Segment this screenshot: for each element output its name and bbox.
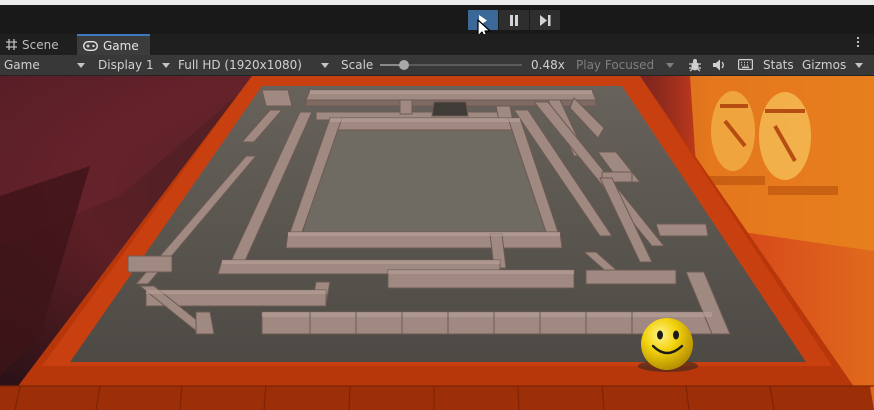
speaker-icon[interactable] [712, 59, 726, 74]
chevron-down-icon[interactable] [162, 63, 170, 68]
tab-scene[interactable]: Scene [0, 34, 75, 55]
tab-bar: Scene Game [0, 34, 874, 56]
play-focused-select[interactable]: Play Focused [576, 55, 654, 75]
view-select-value: Game [4, 58, 40, 72]
pause-button[interactable] [499, 10, 529, 30]
stats-button[interactable]: Stats [763, 55, 794, 75]
resolution-select-value: Full HD (1920x1080) [178, 58, 302, 72]
display-select-value: Display 1 [98, 58, 154, 72]
grid-icon [6, 39, 17, 50]
more-options-icon[interactable] [856, 37, 860, 49]
chevron-down-icon[interactable] [666, 63, 674, 68]
gamepad-icon [83, 40, 98, 51]
main-toolbar [0, 5, 874, 34]
tab-game[interactable]: Game [77, 34, 150, 55]
gizmos-button[interactable]: Gizmos [802, 55, 846, 75]
chevron-down-icon[interactable] [321, 63, 329, 68]
view-select[interactable]: Game [4, 55, 40, 75]
maze-scene [0, 76, 874, 410]
bug-icon[interactable] [688, 58, 702, 75]
play-focused-value: Play Focused [576, 58, 655, 72]
tab-game-label: Game [103, 38, 139, 53]
pause-icon [510, 14, 518, 26]
scale-slider-thumb[interactable] [399, 60, 409, 70]
game-view-control-bar: Game Display 1 Full HD (1920x1080) Scale… [0, 55, 874, 76]
chevron-down-icon[interactable] [77, 63, 85, 68]
scale-label: Scale [341, 58, 374, 72]
chevron-down-icon[interactable] [855, 63, 863, 68]
keyboard-icon[interactable] [738, 59, 754, 73]
tab-scene-label: Scene [22, 37, 59, 52]
step-icon [540, 14, 551, 26]
resolution-select[interactable]: Full HD (1920x1080) [178, 55, 302, 75]
display-select[interactable]: Display 1 [98, 55, 154, 75]
scale-value: 0.48x [531, 58, 565, 72]
game-viewport[interactable] [0, 76, 874, 410]
step-button[interactable] [530, 10, 560, 30]
